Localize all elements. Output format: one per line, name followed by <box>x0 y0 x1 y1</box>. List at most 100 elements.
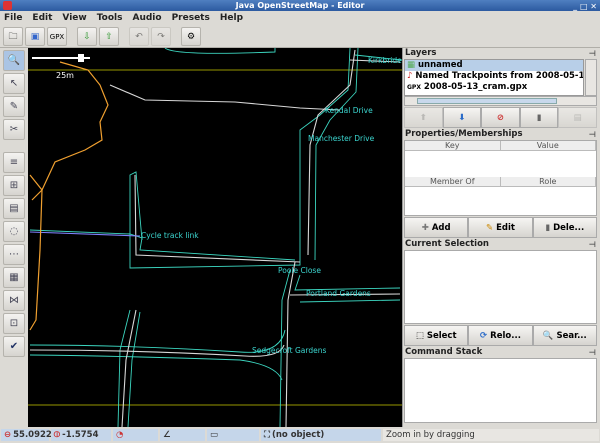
outline-west <box>117 309 131 427</box>
label-kendal-drive: Kendal Drive <box>325 106 373 115</box>
selection-list[interactable] <box>404 250 597 324</box>
split-way-button[interactable]: ≡ <box>3 152 25 173</box>
orthogonalize-button[interactable]: ▦ <box>3 267 25 288</box>
align-circle-button[interactable]: ◌ <box>3 221 25 242</box>
add-button[interactable]: ✚ Add <box>404 217 469 238</box>
edit-label: Edit <box>496 222 515 233</box>
select-icon: ↖ <box>9 78 19 89</box>
map-view[interactable]: 25m Kirkbride Kendal Drive Manchester Dr… <box>28 48 402 427</box>
merge-nodes-button[interactable]: ⋈ <box>3 290 25 311</box>
layer-item[interactable]: ▦ unnamed <box>405 60 583 71</box>
draw-mode-button[interactable]: ✎ <box>3 96 25 117</box>
unglue-button[interactable]: ⊡ <box>3 313 25 334</box>
select-button[interactable]: ⬚ Select <box>404 325 469 346</box>
membership-header: Member Of Role <box>405 177 596 187</box>
line-icon: ⋯ <box>9 249 19 260</box>
help-text: Zoom in by dragging <box>386 430 475 440</box>
floppy-icon: ▣ <box>30 31 40 42</box>
menu-view[interactable]: View <box>62 11 86 25</box>
validate-button[interactable]: ✔ <box>3 336 25 357</box>
gpx-track-branch <box>29 174 43 201</box>
column-key[interactable]: Key <box>405 141 501 150</box>
scale-label: 25m <box>56 71 74 80</box>
layer-name: 2008-05-13_cram.gpx <box>423 82 528 92</box>
app-icon <box>3 1 12 10</box>
open-button[interactable]: 🗀 <box>3 27 23 46</box>
layer-item[interactable]: GPX 2008-05-13_cram.gpx <box>405 82 583 93</box>
select-mode-button[interactable]: ↖ <box>3 73 25 94</box>
arrow-down-icon: ⬇ <box>458 112 466 123</box>
longitude-field: ⦶ -1.5754 <box>51 429 111 441</box>
delete-layer-button[interactable]: ▮ <box>519 107 559 128</box>
move-down-button[interactable]: ⬇ <box>442 107 482 128</box>
scrollbar-thumb[interactable] <box>417 98 557 104</box>
layers-vertical-scrollbar[interactable] <box>585 59 597 96</box>
undo-button[interactable]: ↶ <box>129 27 149 46</box>
window-title: Java OpenStreetMap - Editor <box>235 1 365 10</box>
zoom-slider-handle[interactable] <box>78 54 84 62</box>
map-mode-toolbar: 🔍 ↖ ✎ ✂ ≡ ⊞ ▤ ◌ ⋯ ▦ ⋈ ⊡ ✔ <box>3 49 28 427</box>
save-button[interactable]: ▣ <box>25 27 45 46</box>
search-icon: 🔍 <box>542 330 554 341</box>
align-line-button[interactable]: ⋯ <box>3 244 25 265</box>
download-button[interactable]: ⇩ <box>77 27 97 46</box>
menu-presets[interactable]: Presets <box>172 11 210 25</box>
delete-mode-button[interactable]: ✂ <box>3 119 25 140</box>
search-button[interactable]: 🔍 Sear... <box>532 325 597 346</box>
menu-help[interactable]: Help <box>220 11 243 25</box>
reload-icon: ⟳ <box>480 330 488 341</box>
outline-west2 <box>127 311 141 427</box>
marker-layer-icon: ♪ <box>407 71 413 81</box>
menu-file[interactable]: File <box>4 11 22 25</box>
checkmark-icon: ✔ <box>9 341 19 352</box>
command-stack-list[interactable] <box>404 358 597 423</box>
gpx-icon: GPX <box>49 32 65 41</box>
column-value[interactable]: Value <box>501 141 596 150</box>
reload-button[interactable]: ⟳ Relo... <box>468 325 533 346</box>
column-member-of[interactable]: Member Of <box>405 177 501 186</box>
reload-label: Relo... <box>490 330 521 341</box>
layer-name: Named Trackpoints from 2008-05-13_cram.g… <box>415 71 583 81</box>
square-icon: ▦ <box>9 272 19 283</box>
zoom-mode-button[interactable]: 🔍 <box>3 50 25 71</box>
menu-edit[interactable]: Edit <box>32 11 52 25</box>
layers-horizontal-scrollbar[interactable] <box>404 96 597 106</box>
move-up-button[interactable]: ⬆ <box>404 107 443 128</box>
distance-field: ▭ <box>207 429 259 441</box>
arrow-up-icon: ⬆ <box>419 112 427 123</box>
toggle-visible-button[interactable]: ⊘ <box>481 107 520 128</box>
command-stack-title: Command Stack ⊣ <box>403 347 598 358</box>
visibility-icon: ⊘ <box>496 112 505 123</box>
outline-sedge2 <box>29 354 283 381</box>
pin-icon[interactable]: ⊣ <box>589 239 596 250</box>
column-role[interactable]: Role <box>501 177 596 186</box>
pin-icon[interactable]: ⊣ <box>589 347 596 358</box>
select-label: Select <box>426 330 457 341</box>
preferences-button[interactable]: ⚙ <box>181 27 201 46</box>
layer-item[interactable]: ♪ Named Trackpoints from 2008-05-13_cram… <box>405 71 583 82</box>
heading-field: ◔ <box>113 429 158 441</box>
split-icon: ≡ <box>9 157 19 168</box>
upload-button[interactable]: ⇧ <box>99 27 119 46</box>
combine-way-button[interactable]: ⊞ <box>3 175 25 196</box>
download-icon: ⇩ <box>83 31 91 42</box>
reverse-way-button[interactable]: ▤ <box>3 198 25 219</box>
delete-button[interactable]: ▮ Dele... <box>532 217 597 238</box>
layer-buttons: ⬆ ⬇ ⊘ ▮ ▤ <box>404 107 597 128</box>
pin-icon[interactable]: ⊣ <box>589 48 596 59</box>
status-bar: ⊖ 55.0922 ⦶ -1.5754 ◔ ∠ ▭ ⛶ (no object) Zoo… <box>0 427 600 443</box>
layer-name: unnamed <box>418 60 463 70</box>
merge-layer-button[interactable]: ▤ <box>558 107 597 128</box>
edit-button[interactable]: ✎ Edit <box>468 217 533 238</box>
pin-icon[interactable]: ⊣ <box>589 129 596 140</box>
redo-button[interactable]: ↷ <box>151 27 171 46</box>
label-sedgecroft-gardens: Sedgecroft Gardens <box>252 346 326 355</box>
pencil-icon: ✎ <box>9 101 19 112</box>
menu-tools[interactable]: Tools <box>97 11 123 25</box>
add-label: Add <box>431 222 451 233</box>
reverse-icon: ▤ <box>9 203 19 214</box>
compass-icon: ◔ <box>116 430 124 440</box>
export-gpx-button[interactable]: GPX <box>47 27 67 46</box>
menu-audio[interactable]: Audio <box>132 11 161 25</box>
map-canvas[interactable]: 25m Kirkbride Kendal Drive Manchester Dr… <box>28 48 402 427</box>
